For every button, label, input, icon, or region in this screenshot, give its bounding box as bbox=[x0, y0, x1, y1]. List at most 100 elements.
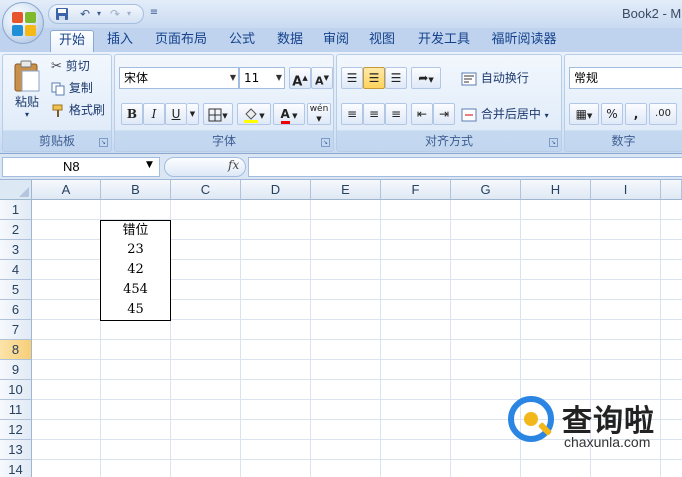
column-header-b[interactable]: B bbox=[101, 180, 171, 200]
decrease-indent-icon[interactable]: ⇤ bbox=[411, 103, 433, 125]
ribbon: 粘贴 ▾ ✂ 剪切 复制 格式刷 剪贴板 ↘ 宋体 ▼ 11 ▼ A▲ A▼ B… bbox=[0, 52, 682, 154]
column-header-e[interactable]: E bbox=[311, 180, 381, 200]
tab-data[interactable]: 数据 bbox=[270, 30, 310, 52]
insert-function-icon[interactable]: fx bbox=[228, 158, 239, 172]
row-header-3[interactable]: 3 bbox=[0, 240, 32, 260]
cut-label: 剪切 bbox=[65, 59, 90, 73]
format-painter-button[interactable]: 格式刷 bbox=[51, 101, 105, 119]
tab-page-layout[interactable]: 页面布局 bbox=[150, 30, 212, 52]
font-color-button[interactable]: A ▼ bbox=[273, 103, 305, 125]
row-header-13[interactable]: 13 bbox=[0, 440, 32, 460]
row-header-12[interactable]: 12 bbox=[0, 420, 32, 440]
row-header-10[interactable]: 10 bbox=[0, 380, 32, 400]
name-box-dropdown-icon[interactable]: ▼ bbox=[146, 160, 153, 170]
tab-foxit-reader[interactable]: 福昕阅读器 bbox=[484, 30, 564, 52]
align-center-icon[interactable]: ≡ bbox=[363, 103, 385, 125]
paste-button[interactable]: 粘贴 ▾ bbox=[9, 59, 45, 119]
align-left-icon[interactable]: ≡ bbox=[341, 103, 363, 125]
save-icon[interactable] bbox=[54, 7, 70, 21]
clipboard-launcher-icon[interactable]: ↘ bbox=[99, 138, 108, 147]
row-header-6[interactable]: 6 bbox=[0, 300, 32, 320]
select-all-corner[interactable] bbox=[0, 180, 32, 200]
cell-b4[interactable]: 42 bbox=[100, 260, 171, 281]
tab-formulas[interactable]: 公式 bbox=[222, 30, 262, 52]
name-box[interactable]: N8 bbox=[2, 157, 160, 177]
comma-button[interactable]: , bbox=[625, 103, 647, 125]
tab-review[interactable]: 审阅 bbox=[316, 30, 356, 52]
font-name-select[interactable]: 宋体 ▼ bbox=[119, 67, 239, 89]
alignment-launcher-icon[interactable]: ↘ bbox=[549, 138, 558, 147]
tab-developer[interactable]: 开发工具 bbox=[412, 30, 476, 52]
copy-button[interactable]: 复制 bbox=[51, 79, 93, 97]
phonetic-label: wén bbox=[309, 104, 329, 114]
column-header-f[interactable]: F bbox=[381, 180, 451, 200]
row-header-1[interactable]: 1 bbox=[0, 200, 32, 220]
row-header-2[interactable]: 2 bbox=[0, 220, 32, 240]
row-header-7[interactable]: 7 bbox=[0, 320, 32, 340]
increase-font-icon[interactable]: A▲ bbox=[289, 67, 311, 89]
increase-indent-icon[interactable]: ⇥ bbox=[433, 103, 455, 125]
cut-button[interactable]: ✂ 剪切 bbox=[51, 57, 90, 76]
percent-button[interactable]: % bbox=[601, 103, 623, 125]
row-header-4[interactable]: 4 bbox=[0, 260, 32, 280]
cell-b2[interactable]: 错位 bbox=[100, 220, 171, 241]
column-header-a[interactable]: A bbox=[32, 180, 101, 200]
undo-dropdown-icon[interactable]: ▾ bbox=[91, 7, 107, 21]
customize-qat-icon[interactable]: ≡ bbox=[146, 6, 162, 20]
row-header-14[interactable]: 14 bbox=[0, 460, 32, 477]
font-size-dropdown-icon: ▼ bbox=[275, 73, 282, 82]
cell-b6[interactable]: 45 bbox=[100, 300, 171, 321]
formula-input[interactable] bbox=[248, 157, 682, 177]
font-size-select[interactable]: 11 ▼ bbox=[239, 67, 285, 89]
tab-insert[interactable]: 插入 bbox=[100, 30, 140, 52]
redo-dropdown-icon[interactable]: ▾ bbox=[121, 7, 137, 21]
underline-dropdown-icon[interactable]: ▼ bbox=[187, 103, 199, 125]
paste-dropdown-icon[interactable]: ▾ bbox=[9, 111, 45, 119]
row-header-9[interactable]: 9 bbox=[0, 360, 32, 380]
merge-center-button[interactable]: 合并后居中 ▾ bbox=[461, 105, 549, 125]
row-header-8[interactable]: 8 bbox=[0, 340, 32, 360]
decrease-font-icon[interactable]: A▼ bbox=[311, 67, 333, 89]
accounting-format-icon[interactable]: ▦▼ bbox=[569, 103, 599, 125]
cell-b3[interactable]: 23 bbox=[100, 240, 171, 261]
column-header-d[interactable]: D bbox=[241, 180, 311, 200]
column-header-g[interactable]: G bbox=[451, 180, 521, 200]
align-bottom-icon[interactable]: ☰ bbox=[385, 67, 407, 89]
align-middle-icon[interactable]: ☰ bbox=[363, 67, 385, 89]
phonetic-button[interactable]: wén ▼ bbox=[307, 103, 331, 125]
row-header-5[interactable]: 5 bbox=[0, 280, 32, 300]
copy-label: 复制 bbox=[68, 81, 93, 95]
number-format-select[interactable]: 常规 bbox=[569, 67, 682, 89]
merge-icon bbox=[461, 108, 477, 121]
cell-b5[interactable]: 454 bbox=[100, 280, 171, 301]
font-name-value: 宋体 bbox=[124, 71, 149, 85]
number-group-label: 数字 bbox=[611, 134, 636, 148]
tab-view[interactable]: 视图 bbox=[362, 30, 402, 52]
wrap-text-button[interactable]: 自动换行 bbox=[461, 69, 529, 87]
font-group-label: 字体 bbox=[211, 134, 236, 148]
borders-button[interactable]: ▼ bbox=[203, 103, 233, 125]
fill-color-button[interactable]: ▼ bbox=[237, 103, 271, 125]
merge-dropdown-icon[interactable]: ▾ bbox=[545, 111, 549, 120]
quick-access-toolbar: ↶ ▾ ↷ ▾ bbox=[48, 4, 144, 24]
column-header-i[interactable]: I bbox=[591, 180, 661, 200]
merge-center-label: 合并后居中 bbox=[480, 107, 541, 121]
italic-button[interactable]: I bbox=[143, 103, 165, 125]
clipboard-group-label: 剪贴板 bbox=[38, 134, 75, 148]
office-logo-icon bbox=[12, 12, 36, 36]
increase-decimal-button[interactable]: .00 bbox=[649, 103, 677, 125]
align-right-icon[interactable]: ≡ bbox=[385, 103, 407, 125]
column-header-j[interactable] bbox=[661, 180, 682, 200]
bold-button[interactable]: B bbox=[121, 103, 143, 125]
font-launcher-icon[interactable]: ↘ bbox=[321, 138, 330, 147]
underline-button[interactable]: U bbox=[165, 103, 187, 125]
office-button[interactable] bbox=[2, 2, 44, 44]
paste-label: 粘贴 bbox=[14, 95, 39, 109]
orientation-icon[interactable]: ➦▼ bbox=[411, 67, 441, 89]
column-header-c[interactable]: C bbox=[171, 180, 241, 200]
align-top-icon[interactable]: ☰ bbox=[341, 67, 363, 89]
row-header-11[interactable]: 11 bbox=[0, 400, 32, 420]
gridline bbox=[32, 359, 682, 360]
tab-home[interactable]: 开始 bbox=[50, 30, 94, 52]
column-header-h[interactable]: H bbox=[521, 180, 591, 200]
